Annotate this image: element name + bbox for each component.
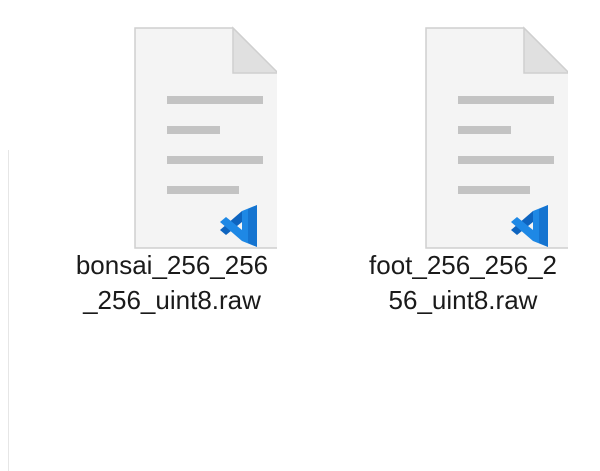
vscode-file-icon xyxy=(425,26,568,249)
pane-divider xyxy=(8,150,9,471)
file-name[interactable]: bonsai_256_256 _256_uint8.raw xyxy=(57,248,287,318)
file-name-line-1: foot_256_256_2 xyxy=(369,250,557,280)
file-name[interactable]: foot_256_256_2 56_uint8.raw xyxy=(348,248,578,318)
file-name-line-1: bonsai_256_256 xyxy=(75,250,269,280)
file-item-bonsai[interactable]: bonsai_256_256 _256_uint8.raw xyxy=(57,26,287,356)
vscode-file-icon xyxy=(134,26,277,249)
file-name-line-2: _256_uint8.raw xyxy=(83,285,261,315)
file-name-line-2: 56_uint8.raw xyxy=(388,285,538,315)
file-item-foot[interactable]: foot_256_256_2 56_uint8.raw xyxy=(348,26,578,356)
